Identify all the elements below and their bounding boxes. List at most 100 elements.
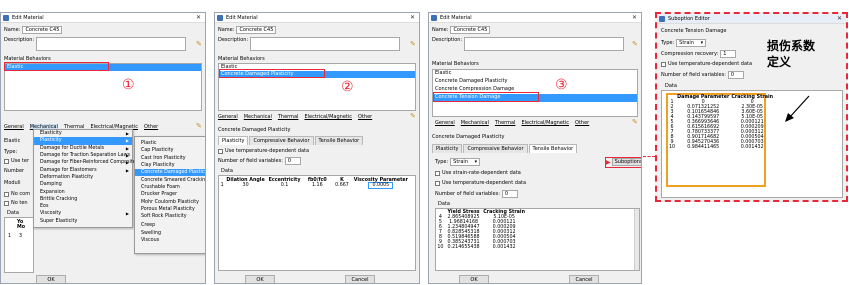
menu-general[interactable]: General [4,124,24,130]
tab-compressive[interactable]: Compressive Behavior [249,136,314,145]
menu-general[interactable]: General [435,120,455,126]
menu-item-ductile[interactable]: Damage for Ductile Metals ▶ [34,145,132,152]
close-icon[interactable]: ✕ [630,14,639,21]
cell[interactable]: 0.1 [266,183,304,188]
name-field[interactable]: Concrete C45 [236,26,277,34]
use-temp-row[interactable]: Use temperature-dependent data [435,180,526,186]
submenu-drucker[interactable]: Drucker Prager [135,191,205,198]
menu-electrical[interactable]: Electrical/Magnetic [521,120,569,126]
checkbox[interactable] [4,158,9,164]
menu-item-expansion[interactable]: Expansion [34,188,132,195]
cell-editor[interactable]: 0.0005 [368,182,394,189]
menu-item-elasticity[interactable]: Elasticity ▶ [34,130,132,137]
checkbox[interactable] [4,191,9,197]
cell[interactable]: 1.16 [303,183,331,188]
menu-mechanical[interactable]: Mechanical [461,120,489,126]
cell[interactable]: 0.001432 [730,145,774,150]
recovery-input[interactable]: 1 [720,50,737,58]
menu-item-viscosity[interactable]: Viscosity ▶ [34,210,132,217]
table-row[interactable]: 1 30 0.1 1.16 0.667 0.0005 [219,182,409,189]
menu-item-damping[interactable]: Damping [34,181,132,188]
type-select[interactable]: Strain ▾ [450,158,481,166]
menu-electrical[interactable]: Electrical/Magnetic [304,114,352,120]
description-field[interactable] [36,37,187,51]
cell[interactable]: 0.001432 [482,245,526,250]
use-temp-row[interactable]: Use temperature-dependent data [661,61,752,67]
scrollbar[interactable] [634,209,639,270]
menu-thermal[interactable]: Thermal [278,114,299,120]
tab-tensile[interactable]: Tensile Behavior [314,136,364,145]
no-comp-row[interactable]: No com [4,191,30,197]
submenu-creep[interactable]: Creep [135,222,205,229]
cell[interactable]: 0.0005 [353,182,409,189]
pencil-icon[interactable]: ✎ [632,118,638,126]
tab-plasticity[interactable]: Plasticity [432,144,463,153]
menu-item-plasticity[interactable]: Plasticity ▶ [34,137,132,145]
submenu-concrete-smeared[interactable]: Concrete Smeared Cracking [135,176,205,183]
menu-item-fiber[interactable]: Damage for Fiber-Reinforced Composites ▶ [34,159,138,166]
cancel-button[interactable]: Cancel [345,275,375,283]
description-field[interactable] [250,37,401,51]
submenu-porous[interactable]: Porous Metal Plasticity [135,206,205,213]
cancel-button[interactable]: Cancel [569,275,599,283]
pencil-icon[interactable]: ✎ [410,40,416,48]
tab-tensile[interactable]: Tensile Behavior [528,144,578,153]
close-icon[interactable]: ✕ [835,15,844,22]
cell[interactable]: 0.984411465 [676,145,730,150]
cell[interactable]: 30 [225,183,265,188]
menu-item-elastomers[interactable]: Damage for Elastomers ▶ [34,166,132,173]
close-icon[interactable]: ✕ [194,14,203,21]
pencil-icon[interactable]: ✎ [196,40,202,48]
pencil-icon[interactable]: ✎ [410,112,416,120]
submenu-viscous[interactable]: Viscous [135,237,205,244]
table-row[interactable]: 10 0.214655438 0.001432 [436,245,526,250]
data-table[interactable]: Dilation Angle Eccentricity fb0/fc0 K Vi… [218,175,416,271]
checkbox[interactable] [661,61,666,67]
num-fields-input[interactable]: 0 [284,157,301,165]
no-tension-row[interactable]: No ten [4,200,28,206]
submenu-cast-iron[interactable]: Cast Iron Plasticity [135,155,205,162]
submenu-cap[interactable]: Cap Plasticity [135,147,205,154]
ok-button[interactable]: OK [459,275,489,283]
checkbox[interactable] [435,170,440,176]
use-temp-row[interactable]: Use ter [4,158,29,164]
checkbox[interactable] [4,200,9,206]
behavior-item-elastic[interactable]: Elastic [433,70,637,78]
menu-item-brittle[interactable]: Brittle Cracking [34,196,132,203]
submenu-concrete-damaged[interactable]: Concrete Damaged Plasticity [135,169,205,177]
name-field[interactable]: Concrete C45 [450,26,491,34]
menu-thermal[interactable]: Thermal [495,120,516,126]
submenu-clay[interactable]: Clay Plasticity [135,162,205,169]
table-row[interactable]: 10 0.984411465 0.001432 [668,145,774,150]
menu-mechanical[interactable]: Mechanical [244,114,272,120]
tab-compressive[interactable]: Compressive Behavior [463,144,528,153]
ok-button[interactable]: OK [36,275,66,283]
menu-general[interactable]: General [218,114,238,120]
pencil-icon[interactable]: ✎ [632,40,638,48]
type-select[interactable]: Strain ▾ [676,39,707,47]
submenu-swelling[interactable]: Swelling [135,230,205,237]
menu-other[interactable]: Other [575,120,589,126]
menu-item-traction[interactable]: Damage for Traction Separation Laws ▶ [34,152,132,159]
submenu-crushable[interactable]: Crushable Foam [135,184,205,191]
data-table[interactable]: Yield Stress Cracking Strain 4 2.86540892… [435,208,640,271]
tab-plasticity[interactable]: Plasticity [218,136,249,145]
description-field[interactable] [464,37,625,51]
submenu-soft-rock[interactable]: Soft Rock Plasticity [135,213,205,220]
ok-button[interactable]: OK [245,275,275,283]
menu-item-super[interactable]: Super Elasticity [34,218,132,225]
menu-other[interactable]: Other [358,114,372,120]
name-field[interactable]: Concrete C45 [22,26,63,34]
menu-other[interactable]: Other [144,124,158,130]
data-table[interactable]: Yo Mo 1 3 [4,217,34,273]
use-rate-row[interactable]: Use strain-rate-dependent data [435,170,521,176]
behavior-item-cdp[interactable]: Concrete Damaged Plasticity [433,78,637,86]
submenu-mohr[interactable]: Mohr Coulomb Plasticity [135,198,205,205]
checkbox[interactable] [218,148,223,154]
menu-item-deformation[interactable]: Deformation Plasticity [34,174,132,181]
close-icon[interactable]: ✕ [408,14,417,21]
use-temp-row[interactable]: Use temperature-dependent data [218,148,309,154]
submenu-plastic[interactable]: Plastic [135,140,205,147]
num-fields-input[interactable]: 0 [501,190,518,198]
cell[interactable]: 0.667 [331,183,352,188]
